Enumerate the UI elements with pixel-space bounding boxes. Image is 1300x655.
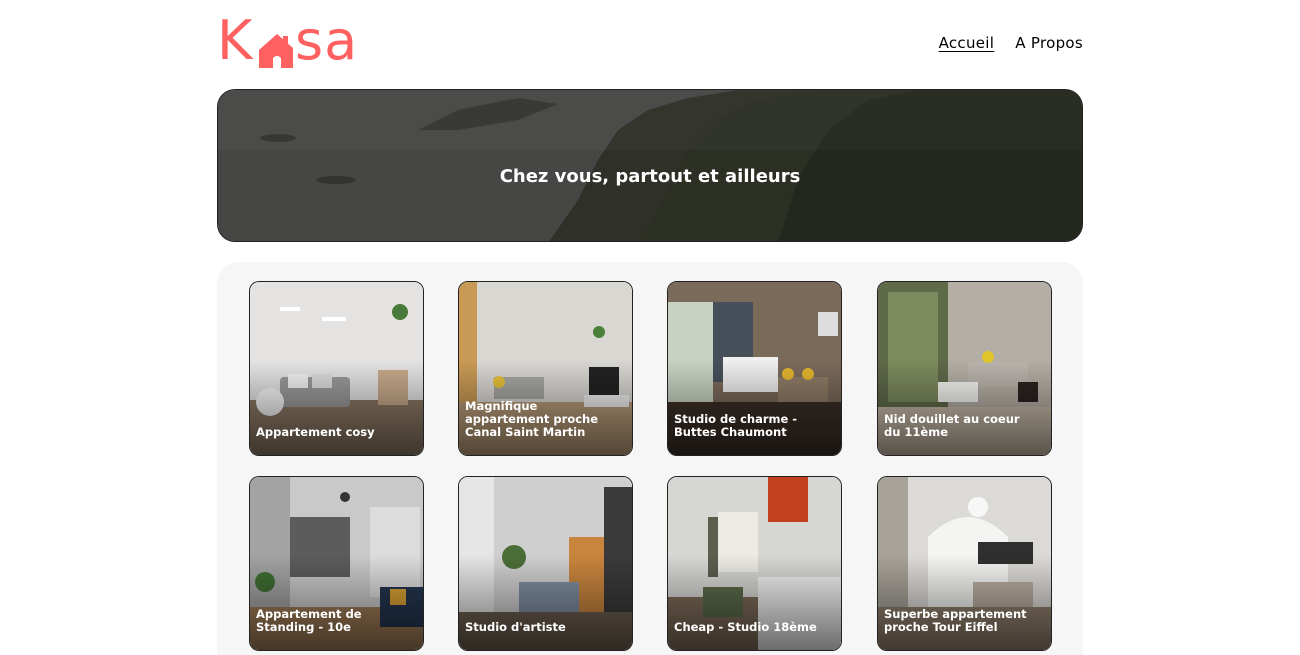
house-icon <box>259 34 293 68</box>
nav-link-accueil[interactable]: Accueil <box>939 34 995 52</box>
nav-link-a-propos[interactable]: A Propos <box>1015 34 1083 52</box>
listing-card[interactable]: Magnifique appartement proche Canal Sain… <box>458 281 633 456</box>
listing-card[interactable]: Studio d'artiste <box>458 476 633 651</box>
banner-title: Chez vous, partout et ailleurs <box>499 166 801 187</box>
listing-card[interactable]: Superbe appartement proche Tour Eiffel <box>877 476 1052 651</box>
listing-title: Appartement cosy <box>256 425 375 439</box>
listing-title: Cheap - Studio 18ème <box>674 620 817 634</box>
logo-letters-sa: sa <box>295 9 359 72</box>
main-nav: Accueil A Propos <box>939 34 1083 52</box>
hero-banner: Chez vous, partout et ailleurs <box>217 89 1083 242</box>
listing-title: Superbe appartement proche Tour Eiffel <box>884 607 1027 634</box>
listing-card[interactable]: Appartement cosy <box>249 281 424 456</box>
listing-card[interactable]: Appartement de Standing - 10e <box>249 476 424 651</box>
listing-title: Nid douillet au coeur du 11ème <box>884 412 1020 439</box>
listings-gallery: Appartement cosy Magnifique appartement … <box>217 262 1083 655</box>
logo-letter-k: K <box>217 9 254 72</box>
listing-title: Appartement de Standing - 10e <box>256 607 362 634</box>
listing-title: Studio de charme - Buttes Chaumont <box>674 412 798 439</box>
listing-title: Magnifique appartement proche Canal Sain… <box>465 399 599 439</box>
listing-card[interactable]: Cheap - Studio 18ème <box>667 476 842 651</box>
listing-card[interactable]: Studio de charme - Buttes Chaumont <box>667 281 842 456</box>
listing-title: Studio d'artiste <box>465 620 566 634</box>
kasa-logo[interactable]: K sa <box>217 12 367 70</box>
listing-card[interactable]: Nid douillet au coeur du 11ème <box>877 281 1052 456</box>
header: K sa Accueil A Propos <box>217 12 1083 72</box>
